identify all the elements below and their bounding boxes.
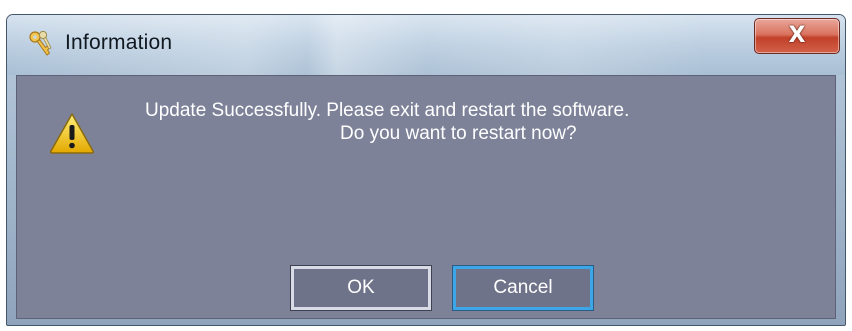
close-icon: X xyxy=(788,23,806,48)
close-button[interactable]: X xyxy=(754,18,840,54)
information-dialog-window: Information X Update Successfully. Pleas… xyxy=(6,14,846,326)
message-text: Update Successfully. Please exit and res… xyxy=(145,99,765,145)
warning-icon xyxy=(49,112,95,154)
keys-icon xyxy=(25,29,55,59)
title-bar[interactable]: Information X xyxy=(7,15,845,75)
window-title: Information xyxy=(65,31,173,54)
dialog-body: Update Successfully. Please exit and res… xyxy=(16,75,836,319)
ok-button[interactable]: OK xyxy=(290,265,432,311)
message-line-2: Do you want to restart now? xyxy=(340,123,577,144)
message-line-1: Update Successfully. Please exit and res… xyxy=(145,100,630,121)
cancel-button[interactable]: Cancel xyxy=(452,265,594,311)
